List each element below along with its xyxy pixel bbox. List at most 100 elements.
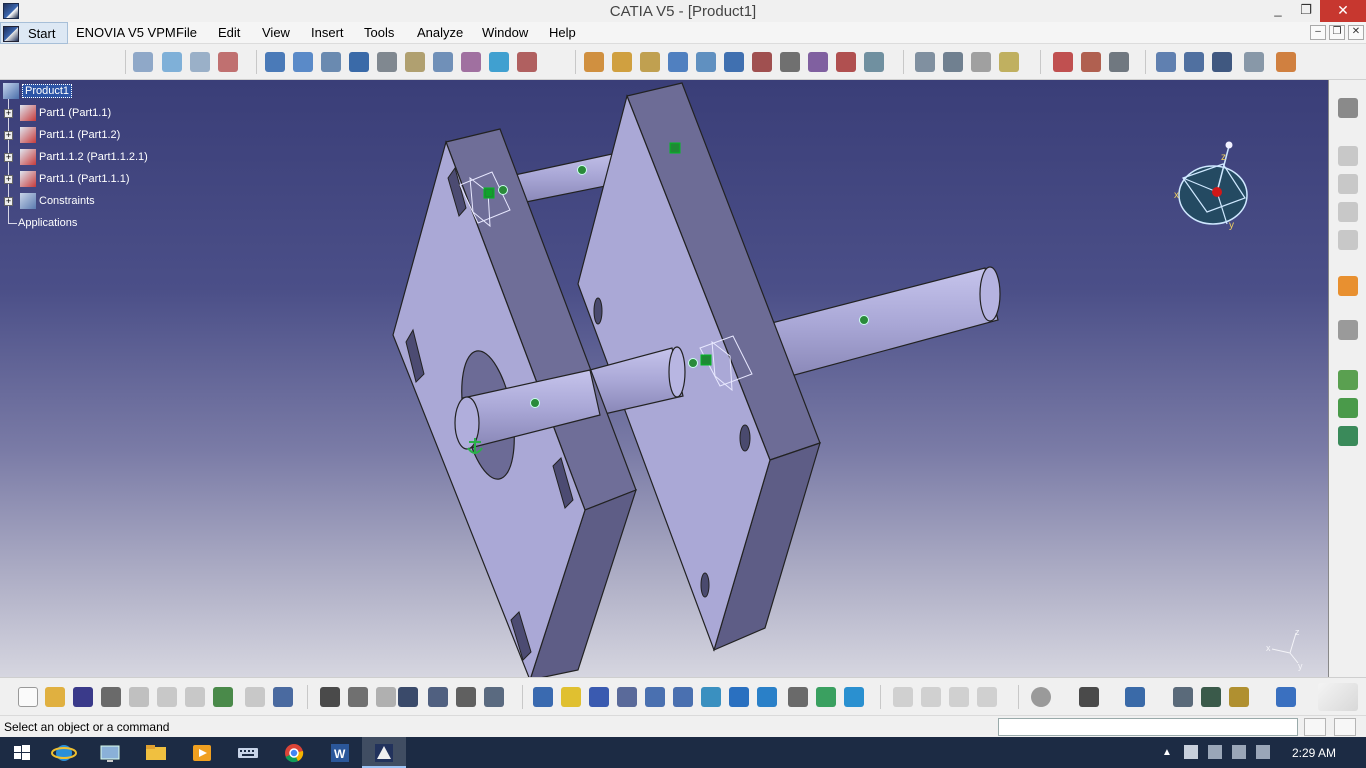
explode-icon[interactable] [293,52,313,72]
view-top-icon[interactable] [1338,174,1358,194]
new-product-icon[interactable] [162,52,182,72]
apply-material-icon[interactable] [1276,687,1296,707]
quick-constraint-icon[interactable] [752,52,772,72]
zoom-in-icon[interactable] [645,687,665,707]
tree-expand-icon[interactable] [428,687,448,707]
bill-of-material-icon[interactable] [1081,52,1101,72]
scene-icon[interactable] [1053,52,1073,72]
catalog-browser-icon[interactable] [484,687,504,707]
measure-between-icon[interactable] [1173,687,1193,707]
text-abc-icon[interactable] [1184,52,1204,72]
tree-item-label[interactable]: Applications [18,217,77,229]
menu-analyze[interactable]: Analyze [417,25,463,40]
distance-icon[interactable] [999,52,1019,72]
constraints-toolbar-icon[interactable] [517,52,537,72]
multi-view-icon[interactable] [729,687,749,707]
menu-window[interactable]: Window [482,25,528,40]
expand-icon[interactable]: + [4,153,13,162]
normal-view-icon[interactable] [701,687,721,707]
gear-icon[interactable] [1338,98,1358,118]
knowledge-icon[interactable] [376,687,396,707]
view-iso-icon[interactable] [1338,230,1358,250]
smart-move-icon[interactable] [349,52,369,72]
sectioning-icon[interactable] [971,52,991,72]
windows-start-icon[interactable] [0,737,44,768]
show-hidden-icons[interactable]: ▲ [1162,747,1172,758]
tree-item-label[interactable]: Part1.1 (Part1.2) [39,129,120,141]
redo-icon[interactable] [245,687,265,707]
hide-show-icon[interactable] [816,687,836,707]
fly-mode-icon[interactable] [533,687,553,707]
formula-icon[interactable] [320,687,340,707]
new-part-icon[interactable] [190,52,210,72]
media-player-icon[interactable] [180,737,224,768]
print-icon[interactable] [101,687,121,707]
measure-item-icon[interactable] [1201,687,1221,707]
volume-icon[interactable] [1256,745,1270,759]
3d-viewport[interactable]: Product1 + Part1 (Part1.1) + Part1.1 (Pa… [0,80,1329,677]
shading-icon[interactable] [788,687,808,707]
status-button-right[interactable] [1334,718,1356,736]
grid-icon[interactable] [398,687,418,707]
lock-icon[interactable] [456,687,476,707]
menu-help[interactable]: Help [549,25,576,40]
iso-view-icon[interactable] [757,687,777,707]
word-icon[interactable]: W [318,737,362,768]
pan-icon[interactable] [589,687,609,707]
ruler-icon[interactable] [1276,52,1296,72]
contact-constraint-icon[interactable] [612,52,632,72]
analysis-icon[interactable] [461,52,481,72]
catalog-icon[interactable] [1109,52,1129,72]
publish-icon[interactable] [1125,687,1145,707]
menu-enovia[interactable]: ENOVIA V5 VPM [76,25,176,40]
annotation-weld-icon[interactable] [1156,52,1176,72]
taskbar-clock[interactable]: 2:29 AM [1292,746,1336,760]
manipulation-icon[interactable] [265,52,285,72]
whats-this-icon[interactable] [273,687,293,707]
camera-icon[interactable] [1079,687,1099,707]
angle-constraint-icon[interactable] [668,52,688,72]
comment-icon[interactable] [348,687,368,707]
start-menu[interactable]: Start [0,22,68,44]
doc-close-button[interactable]: ✕ [1348,25,1364,40]
insert-existing-icon[interactable] [1338,426,1358,446]
command-input[interactable] [998,718,1298,736]
expand-icon[interactable]: + [4,197,13,206]
update-icon[interactable] [489,52,509,72]
doc-restore-button[interactable]: ❐ [1329,25,1345,40]
copy-icon[interactable] [157,687,177,707]
existing-component-icon[interactable] [218,52,238,72]
status-button-left[interactable] [1304,718,1326,736]
view-front-icon[interactable] [1338,146,1358,166]
tree-item-label[interactable]: Constraints [39,195,95,207]
tree-item-label[interactable]: Part1 (Part1.1) [39,107,111,119]
wifi-icon[interactable] [1232,745,1246,759]
space-analysis-icon[interactable] [915,52,935,72]
view-side-icon[interactable] [1338,202,1358,222]
restore-button[interactable]: ❐ [1292,0,1320,22]
stop-manipulate-icon[interactable] [377,52,397,72]
3d-annotation-icon[interactable] [1244,52,1264,72]
file-explorer-icon[interactable] [134,737,178,768]
constraint-options-icon[interactable] [864,52,884,72]
expand-icon[interactable]: + [4,131,13,140]
expand-icon[interactable]: + [4,109,13,118]
menu-start[interactable]: Start [28,26,55,41]
compass[interactable]: x y z [1165,140,1265,240]
rotate-icon[interactable] [617,687,637,707]
swap-visible-icon[interactable] [844,687,864,707]
assembly-model[interactable] [0,80,1329,677]
cut-icon[interactable] [129,687,149,707]
undo-icon[interactable] [213,687,233,707]
menu-edit[interactable]: Edit [218,25,240,40]
internet-explorer-icon[interactable] [42,737,86,768]
close-button[interactable]: ✕ [1320,0,1366,22]
edit-icon[interactable] [405,52,425,72]
select-arrow-icon[interactable] [1338,276,1358,296]
remote-desktop-icon[interactable] [88,737,132,768]
fit-all-icon[interactable] [561,687,581,707]
clash-icon[interactable] [943,52,963,72]
measure-inertia-icon[interactable] [1229,687,1249,707]
save-icon[interactable] [73,687,93,707]
menu-view[interactable]: View [262,25,290,40]
